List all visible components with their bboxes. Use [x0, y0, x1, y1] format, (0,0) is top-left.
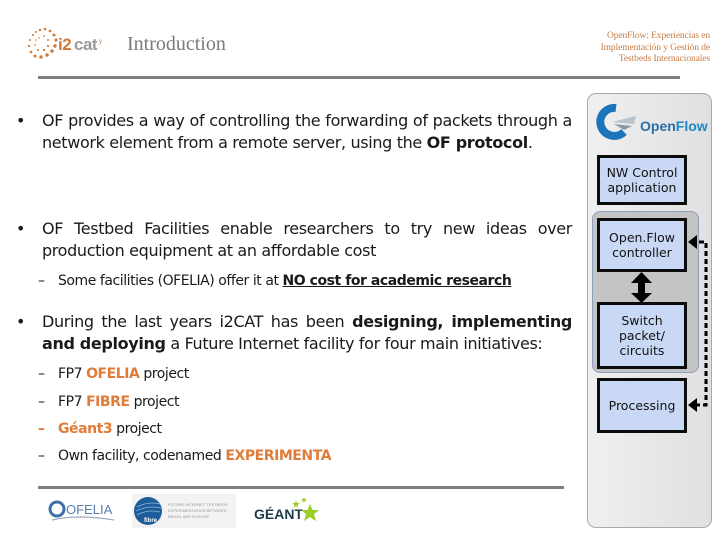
sub-bullet-item: – Own facility, codenamed EXPERIMENTA [38, 448, 332, 464]
project-name: EXPERIMENTA [225, 448, 332, 464]
svg-text:EXPERIMENTATION BETWEEN: EXPERIMENTATION BETWEEN [168, 508, 227, 513]
processing-box: Processing [597, 378, 687, 433]
project-name: Géant3 [58, 421, 113, 437]
svg-text:OFELIA: OFELIA [66, 502, 113, 517]
footer-divider [38, 486, 564, 489]
nw-control-app-box: NW Control application [597, 155, 687, 205]
dash-glyph: – [38, 394, 45, 410]
bullet-glyph: • [16, 312, 26, 331]
svg-text:i2: i2 [58, 35, 71, 54]
page-title: Introduction [127, 33, 226, 55]
svg-text:cat: cat [74, 35, 98, 54]
i2cat-logo: i2 cat y [26, 26, 106, 64]
svg-text:FUTURE INTERNET TESTBEDS: FUTURE INTERNET TESTBEDS [168, 502, 228, 507]
subtitle-line: OpenFlow: Experiencias en [606, 31, 710, 41]
project-name: OFELIA [86, 366, 140, 382]
dash-glyph: – [38, 421, 45, 437]
bullet-item: • During the last years i2CAT has been d… [16, 311, 572, 355]
openflow-controller-box: Open.Flow controller [597, 218, 687, 272]
emphasis-underlined: NO cost for academic research [282, 273, 512, 289]
dash-glyph: – [38, 273, 45, 289]
bullet-glyph: • [16, 219, 26, 238]
sub-bullet-item: – Géant3 project [38, 421, 162, 437]
sub-bullet-item: – FP7 OFELIA project [38, 366, 189, 382]
dash-glyph: – [38, 448, 45, 464]
switch-box: Switch packet/circuits [597, 302, 687, 369]
bullet-glyph: • [16, 111, 26, 130]
subtitle-line: Testbeds Internacionales [618, 54, 710, 64]
fibre-logo: fibre FUTURE INTERNET TESTBEDS EXPERIMEN… [132, 494, 236, 528]
project-name: FIBRE [86, 394, 130, 410]
svg-text:BRAZIL AND EUROPE: BRAZIL AND EUROPE [168, 514, 210, 519]
presentation-subtitle: OpenFlow: Experiencias en Implementación… [500, 31, 711, 66]
geant-logo: GÉANT [252, 494, 322, 528]
bullet-text: OF provides a way of controlling the for… [42, 111, 572, 152]
emphasis: OF protocol [426, 133, 529, 152]
header-divider [38, 76, 680, 79]
svg-text:y: y [99, 39, 102, 45]
bullet-text: During the last years i2CAT has been des… [42, 312, 573, 353]
svg-text:GÉANT: GÉANT [254, 506, 303, 522]
sub-bullet-item: – Some facilities (OFELIA) offer it at N… [38, 273, 512, 289]
bullet-item: • OF provides a way of controlling the f… [16, 110, 572, 154]
ofelia-logo: OFELIA [48, 494, 118, 528]
svg-text:fibre: fibre [144, 518, 158, 524]
sub-bullet-item: – FP7 FIBRE project [38, 394, 180, 410]
openflow-wordmark: OpenFlow [640, 118, 708, 134]
subtitle-line: Implementación y Gestión de [600, 42, 711, 53]
bullet-text: OF Testbed Facilities enable researchers… [42, 219, 572, 260]
dash-glyph: – [38, 366, 45, 382]
bullet-item: • OF Testbed Facilities enable researche… [16, 218, 572, 262]
